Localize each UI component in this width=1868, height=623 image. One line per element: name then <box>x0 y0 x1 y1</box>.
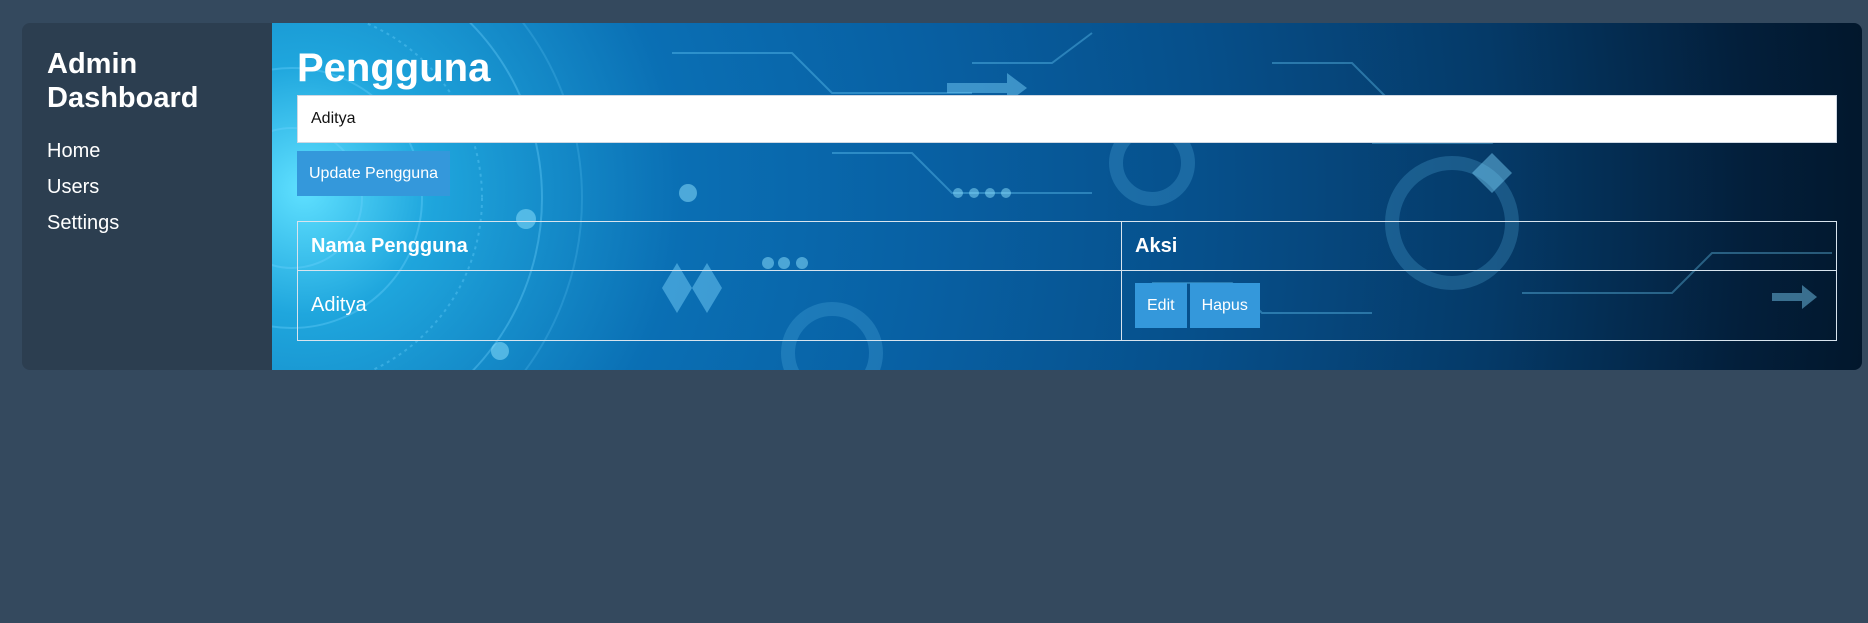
actions-cell: Edit Hapus <box>1121 270 1837 341</box>
column-header-actions: Aksi <box>1121 221 1837 271</box>
update-user-button[interactable]: Update Pengguna <box>297 151 450 196</box>
table-row: Aditya Edit Hapus <box>297 270 1837 341</box>
sidebar: Admin Dashboard Home Users Settings <box>22 23 272 370</box>
column-header-name: Nama Pengguna <box>297 221 1122 271</box>
edit-button[interactable]: Edit <box>1135 283 1187 328</box>
users-table: Nama Pengguna Aksi Aditya Edit Hapus <box>297 221 1837 341</box>
user-name-cell: Aditya <box>297 270 1122 341</box>
sidebar-item-home[interactable]: Home <box>47 139 247 163</box>
sidebar-item-users[interactable]: Users <box>47 175 247 199</box>
delete-button[interactable]: Hapus <box>1189 283 1260 328</box>
user-name-input[interactable] <box>297 95 1837 143</box>
sidebar-nav: Home Users Settings <box>47 139 247 235</box>
pengguna-panel: Pengguna Update Pengguna Nama Pengguna A… <box>297 45 1837 341</box>
page-title: Pengguna <box>297 46 491 90</box>
sidebar-item-settings[interactable]: Settings <box>47 211 247 235</box>
sidebar-title: Admin Dashboard <box>47 48 199 114</box>
table-header-row: Nama Pengguna Aksi <box>297 221 1837 271</box>
main-content: Pengguna Update Pengguna Nama Pengguna A… <box>272 23 1862 370</box>
app-container: Admin Dashboard Home Users Settings Peng… <box>22 23 1862 370</box>
